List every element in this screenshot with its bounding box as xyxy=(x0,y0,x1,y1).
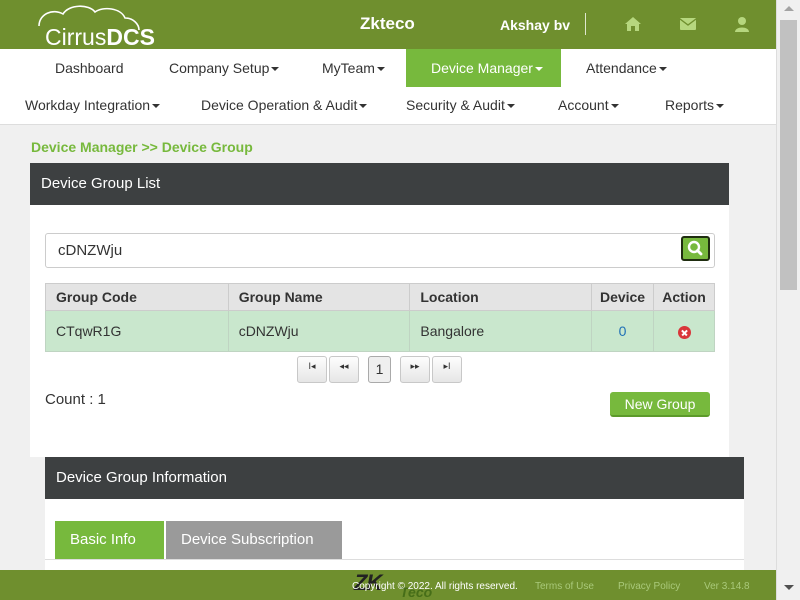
nav-label: Workday Integration xyxy=(25,97,151,113)
table-row[interactable]: CTqwR1G cDNZWju Bangalore 0 xyxy=(45,310,715,352)
terms-link[interactable]: Terms of Use xyxy=(535,581,594,592)
scroll-down-icon[interactable] xyxy=(784,585,794,590)
pager-prev-button[interactable]: ◂◂ xyxy=(329,356,359,383)
version-text: Ver 3.14.8 xyxy=(704,581,750,592)
mail-icon[interactable] xyxy=(679,16,697,32)
device-group-info-panel: Device Group Information Basic Info Devi… xyxy=(45,457,744,577)
cirrus-dcs-logo[interactable]: CirrusDCS xyxy=(33,4,155,50)
nav-workday-integration[interactable]: Workday Integration xyxy=(25,86,161,124)
nav-myteam[interactable]: MyTeam xyxy=(322,49,385,87)
header-divider xyxy=(585,13,586,35)
company-name: Zkteco xyxy=(360,14,415,33)
pager-last-button[interactable]: ▸I xyxy=(432,356,462,383)
scrollbar-thumb[interactable] xyxy=(780,20,797,290)
caret-down-icon xyxy=(716,104,725,109)
tab-basic-info[interactable]: Basic Info xyxy=(55,521,164,559)
nav-security-audit[interactable]: Security & Audit xyxy=(406,86,515,124)
caret-down-icon xyxy=(271,67,280,72)
device-count-link[interactable]: 0 xyxy=(619,323,627,339)
caret-down-icon xyxy=(534,67,543,72)
nav-label: Reports xyxy=(665,97,715,113)
nav-dashboard[interactable]: Dashboard xyxy=(55,49,124,87)
col-group-name[interactable]: Group Name xyxy=(227,283,411,311)
device-group-list-panel: Device Group List cDNZWju Group Code Gro… xyxy=(30,163,729,457)
caret-down-icon xyxy=(506,104,515,109)
user-icon[interactable] xyxy=(733,16,751,32)
pager-page-1[interactable]: 1 xyxy=(368,356,391,383)
nav-account[interactable]: Account xyxy=(558,86,619,124)
nav-label: Attendance xyxy=(586,60,657,76)
pager-first-button[interactable]: I◂ xyxy=(297,356,327,383)
delete-icon[interactable] xyxy=(677,325,691,339)
cell-group-name: cDNZWju xyxy=(227,310,411,352)
nav-company-setup[interactable]: Company Setup xyxy=(169,49,280,87)
panel-title: Device Group List xyxy=(30,163,729,205)
breadcrumb: Device Manager >> Device Group xyxy=(31,139,253,155)
nav-device-operation-audit[interactable]: Device Operation & Audit xyxy=(201,86,368,124)
footer: ZK Teco Copyright © 2022. All rights res… xyxy=(0,570,776,600)
new-group-button[interactable]: New Group xyxy=(610,392,710,417)
logo-text: Cirrus xyxy=(45,24,107,50)
count-label: Count : 1 xyxy=(45,391,106,408)
cell-location: Bangalore xyxy=(409,310,593,352)
copyright-text: Copyright © 2022. All rights reserved. xyxy=(352,581,518,592)
cell-action xyxy=(653,310,715,352)
scroll-up-icon[interactable] xyxy=(784,6,794,11)
nav-label: Company Setup xyxy=(169,60,270,76)
privacy-link[interactable]: Privacy Policy xyxy=(618,581,680,592)
nav-reports[interactable]: Reports xyxy=(665,86,725,124)
table-header-row: Group Code Group Name Location Device Ac… xyxy=(45,283,715,311)
col-action: Action xyxy=(653,283,715,311)
pager-next-button[interactable]: ▸▸ xyxy=(400,356,430,383)
nav-label: Device Operation & Audit xyxy=(201,97,358,113)
cell-device: 0 xyxy=(591,310,655,352)
col-device[interactable]: Device xyxy=(591,283,655,311)
search-button[interactable] xyxy=(681,236,710,261)
nav-label: Device Manager xyxy=(431,60,533,76)
nav-label: MyTeam xyxy=(322,60,375,76)
caret-down-icon xyxy=(376,67,385,72)
top-header: CirrusDCS Zkteco Akshay bv xyxy=(0,0,776,50)
vertical-scrollbar[interactable] xyxy=(776,0,800,600)
caret-down-icon xyxy=(152,104,161,109)
main-nav: Dashboard Company Setup MyTeam Device Ma… xyxy=(0,49,776,125)
device-group-table: Group Code Group Name Location Device Ac… xyxy=(45,283,715,352)
nav-label: Security & Audit xyxy=(406,97,505,113)
caret-down-icon xyxy=(658,67,667,72)
home-icon[interactable] xyxy=(624,16,642,32)
caret-down-icon xyxy=(359,104,368,109)
nav-label: Account xyxy=(558,97,609,113)
caret-down-icon xyxy=(610,104,619,109)
logo-text-bold: DCS xyxy=(106,24,155,50)
tab-divider xyxy=(45,559,744,560)
tab-device-subscription[interactable]: Device Subscription xyxy=(166,521,342,559)
user-name[interactable]: Akshay bv xyxy=(500,17,570,33)
nav-device-manager[interactable]: Device Manager xyxy=(406,49,561,87)
search-icon xyxy=(687,240,703,256)
nav-attendance[interactable]: Attendance xyxy=(586,49,667,87)
panel-title: Device Group Information xyxy=(45,457,744,499)
col-location[interactable]: Location xyxy=(409,283,593,311)
search-input[interactable]: cDNZWju xyxy=(45,233,715,268)
nav-label: Dashboard xyxy=(55,60,124,76)
col-group-code[interactable]: Group Code xyxy=(45,283,229,311)
cell-group-code: CTqwR1G xyxy=(45,310,229,352)
